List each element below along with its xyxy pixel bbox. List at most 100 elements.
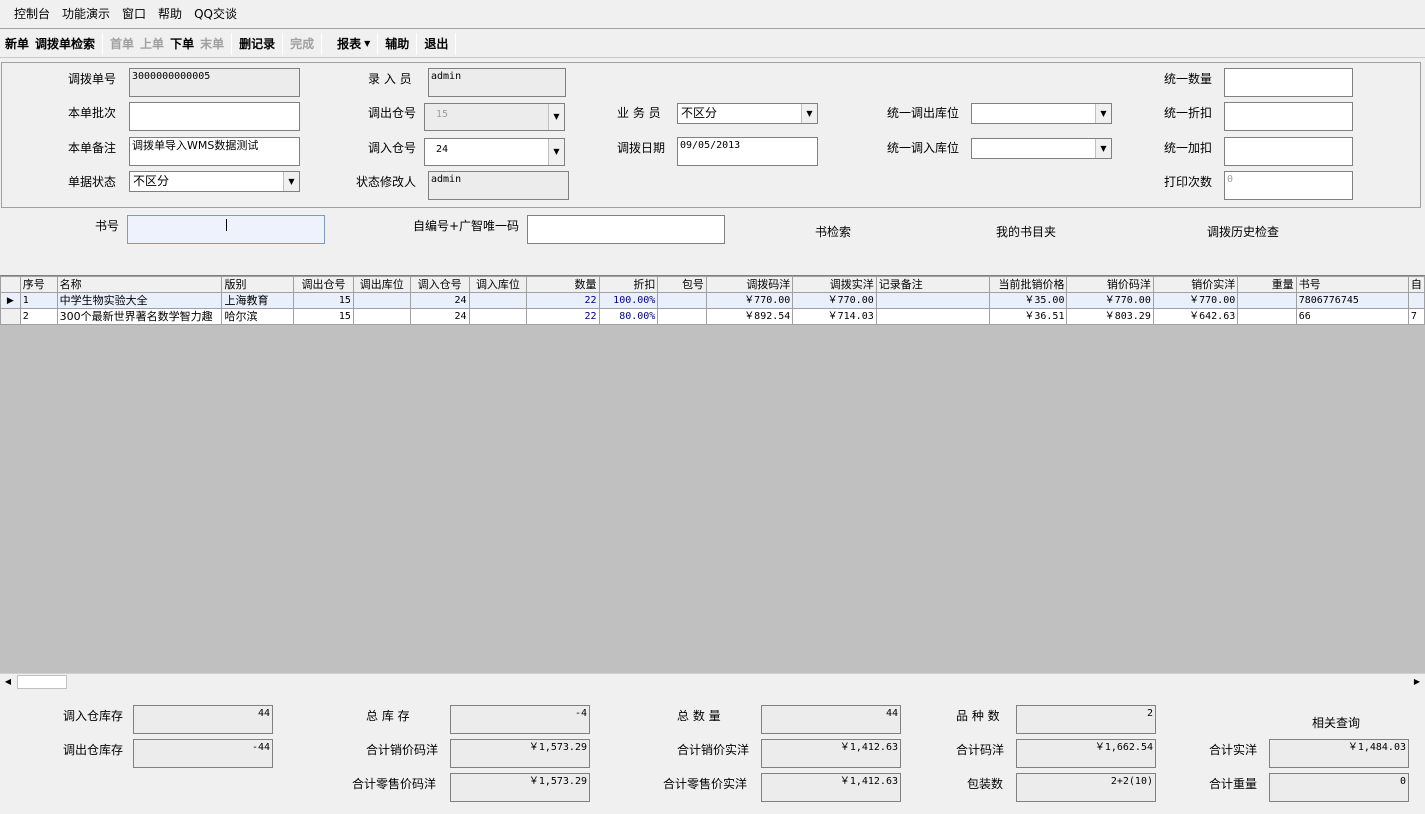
first-button[interactable]: 首单 xyxy=(107,33,137,55)
cell-isbn[interactable]: 7806776745 xyxy=(1295,292,1409,309)
cell-in-loc[interactable] xyxy=(468,308,528,325)
cell-pack[interactable] xyxy=(657,292,707,309)
col-header-weight[interactable]: 重量 xyxy=(1237,276,1297,293)
chevron-down-icon[interactable]: ▼ xyxy=(1095,104,1111,123)
menu-qq-chat[interactable]: QQ交谈 xyxy=(188,4,243,24)
done-button[interactable]: 完成 xyxy=(287,33,317,55)
col-header-out-loc[interactable]: 调出库位 xyxy=(352,276,411,293)
col-header-in-loc[interactable]: 调入库位 xyxy=(468,276,528,293)
cell-pack[interactable] xyxy=(657,308,707,325)
col-header-seq[interactable]: 序号 xyxy=(19,276,58,293)
uniform-out-location-select[interactable]: ▼ xyxy=(971,103,1112,124)
delete-record-button[interactable]: 删记录 xyxy=(236,33,278,55)
cell-record-remark[interactable] xyxy=(875,308,990,325)
code-input[interactable] xyxy=(527,215,725,244)
cell-discount[interactable]: 80.00% xyxy=(598,308,659,325)
remark-field[interactable]: 调拨单导入WMS数据测试 xyxy=(129,137,300,166)
cell-record-remark[interactable] xyxy=(875,292,990,309)
prev-button[interactable]: 上单 xyxy=(137,33,167,55)
cell-sale-list[interactable]: ￥803.29 xyxy=(1066,308,1154,325)
chevron-down-icon[interactable]: ▼ xyxy=(1095,139,1111,158)
uniform-in-location-select[interactable]: ▼ xyxy=(971,138,1112,159)
chevron-down-icon[interactable]: ▼ xyxy=(283,172,299,191)
cell-sale-list[interactable]: ￥770.00 xyxy=(1066,292,1154,309)
cell-net-amount[interactable]: ￥770.00 xyxy=(792,292,877,309)
cell-list-amount[interactable]: ￥770.00 xyxy=(705,292,794,309)
col-header-publisher[interactable]: 版别 xyxy=(221,276,295,293)
col-header-isbn[interactable]: 书号 xyxy=(1295,276,1409,293)
cell-sale-net[interactable]: ￥642.63 xyxy=(1152,308,1239,325)
horizontal-scrollbar[interactable]: ◀ ▶ xyxy=(0,673,1425,690)
assist-button[interactable]: 辅助 xyxy=(382,33,412,55)
table-row[interactable]: 2 300个最新世界著名数学智力趣 哈尔滨 15 24 22 80.00% ￥8… xyxy=(0,308,1425,325)
cell-wholesale-price[interactable]: ￥36.51 xyxy=(988,308,1068,325)
col-header-net-amount[interactable]: 调拨实洋 xyxy=(792,276,877,293)
date-field[interactable]: 09/05/2013 xyxy=(677,137,818,166)
cell-out-loc[interactable] xyxy=(352,292,411,309)
cell-seq[interactable]: 1 xyxy=(19,292,58,309)
col-header-name[interactable]: 名称 xyxy=(56,276,223,293)
print-count-field[interactable]: 0 xyxy=(1224,171,1353,200)
menu-demo[interactable]: 功能演示 xyxy=(56,4,116,24)
cell-seq[interactable]: 2 xyxy=(19,308,58,325)
cell-out-wh[interactable]: 15 xyxy=(293,292,354,309)
col-header-qty[interactable]: 数量 xyxy=(526,276,600,293)
col-header-list-amount[interactable]: 调拨码洋 xyxy=(705,276,794,293)
status-select[interactable]: 不区分 ▼ xyxy=(129,171,300,192)
last-button[interactable]: 末单 xyxy=(197,33,227,55)
col-header-record-remark[interactable]: 记录备注 xyxy=(875,276,990,293)
cell-publisher[interactable]: 上海教育 xyxy=(221,292,295,309)
chevron-down-icon[interactable]: ▼ xyxy=(801,104,817,123)
cell-self[interactable]: 7 xyxy=(1407,308,1425,325)
cell-discount[interactable]: 100.00% xyxy=(598,292,659,309)
col-header-pack[interactable]: 包号 xyxy=(657,276,707,293)
chevron-down-icon[interactable]: ▼ xyxy=(548,139,564,165)
search-orders-button[interactable]: 调拨单检索 xyxy=(32,33,98,55)
cell-isbn[interactable]: 66 xyxy=(1295,308,1409,325)
scrollbar-thumb[interactable] xyxy=(17,675,67,689)
cell-name[interactable]: 300个最新世界著名数学智力趣 xyxy=(56,308,223,325)
col-header-wholesale-price[interactable]: 当前批销价格 xyxy=(988,276,1068,293)
cell-in-wh[interactable]: 24 xyxy=(409,292,470,309)
related-query-link[interactable]: 相关查询 xyxy=(1312,715,1360,731)
in-warehouse-select[interactable]: 24 ▼ xyxy=(424,138,565,166)
uniform-discount-field[interactable] xyxy=(1224,102,1353,131)
isbn-input[interactable] xyxy=(127,215,325,244)
out-warehouse-select[interactable]: 15 ▼ xyxy=(424,103,565,131)
menu-window[interactable]: 窗口 xyxy=(116,4,152,24)
cell-self[interactable] xyxy=(1407,292,1425,309)
cell-list-amount[interactable]: ￥892.54 xyxy=(705,308,794,325)
history-check-link[interactable]: 调拨历史检查 xyxy=(1207,224,1279,240)
cell-weight[interactable] xyxy=(1237,292,1297,309)
salesman-select[interactable]: 不区分 ▼ xyxy=(677,103,818,124)
cell-wholesale-price[interactable]: ￥35.00 xyxy=(988,292,1068,309)
new-button[interactable]: 新单 xyxy=(2,33,32,55)
col-header-self[interactable]: 自 xyxy=(1407,276,1425,293)
next-button[interactable]: 下单 xyxy=(167,33,197,55)
scroll-right-icon[interactable]: ▶ xyxy=(1409,674,1425,690)
book-search-link[interactable]: 书检索 xyxy=(815,224,851,240)
col-header-in-wh[interactable]: 调入仓号 xyxy=(409,276,470,293)
col-header-discount[interactable]: 折扣 xyxy=(598,276,659,293)
uniform-qty-field[interactable] xyxy=(1224,68,1353,97)
cell-sale-net[interactable]: ￥770.00 xyxy=(1152,292,1239,309)
cell-qty[interactable]: 22 xyxy=(526,292,600,309)
menu-help[interactable]: 帮助 xyxy=(152,4,188,24)
col-header-sale-net[interactable]: 销价实洋 xyxy=(1152,276,1239,293)
report-button[interactable]: 报表 ▼ xyxy=(334,33,373,55)
table-row[interactable]: ▶ 1 中学生物实验大全 上海教育 15 24 22 100.00% ￥770.… xyxy=(0,292,1425,309)
cell-in-loc[interactable] xyxy=(468,292,528,309)
menu-console[interactable]: 控制台 xyxy=(8,4,56,24)
cell-out-wh[interactable]: 15 xyxy=(293,308,354,325)
cell-out-loc[interactable] xyxy=(352,308,411,325)
cell-qty[interactable]: 22 xyxy=(526,308,600,325)
uniform-markup-field[interactable] xyxy=(1224,137,1353,166)
cell-in-wh[interactable]: 24 xyxy=(409,308,470,325)
col-header-sale-list[interactable]: 销价码洋 xyxy=(1066,276,1154,293)
chevron-down-icon[interactable]: ▼ xyxy=(548,104,564,130)
cell-publisher[interactable]: 哈尔滨 xyxy=(221,308,295,325)
my-folder-link[interactable]: 我的书目夹 xyxy=(996,224,1056,240)
batch-field[interactable] xyxy=(129,102,300,131)
col-header-out-wh[interactable]: 调出仓号 xyxy=(293,276,354,293)
cell-name[interactable]: 中学生物实验大全 xyxy=(56,292,223,309)
